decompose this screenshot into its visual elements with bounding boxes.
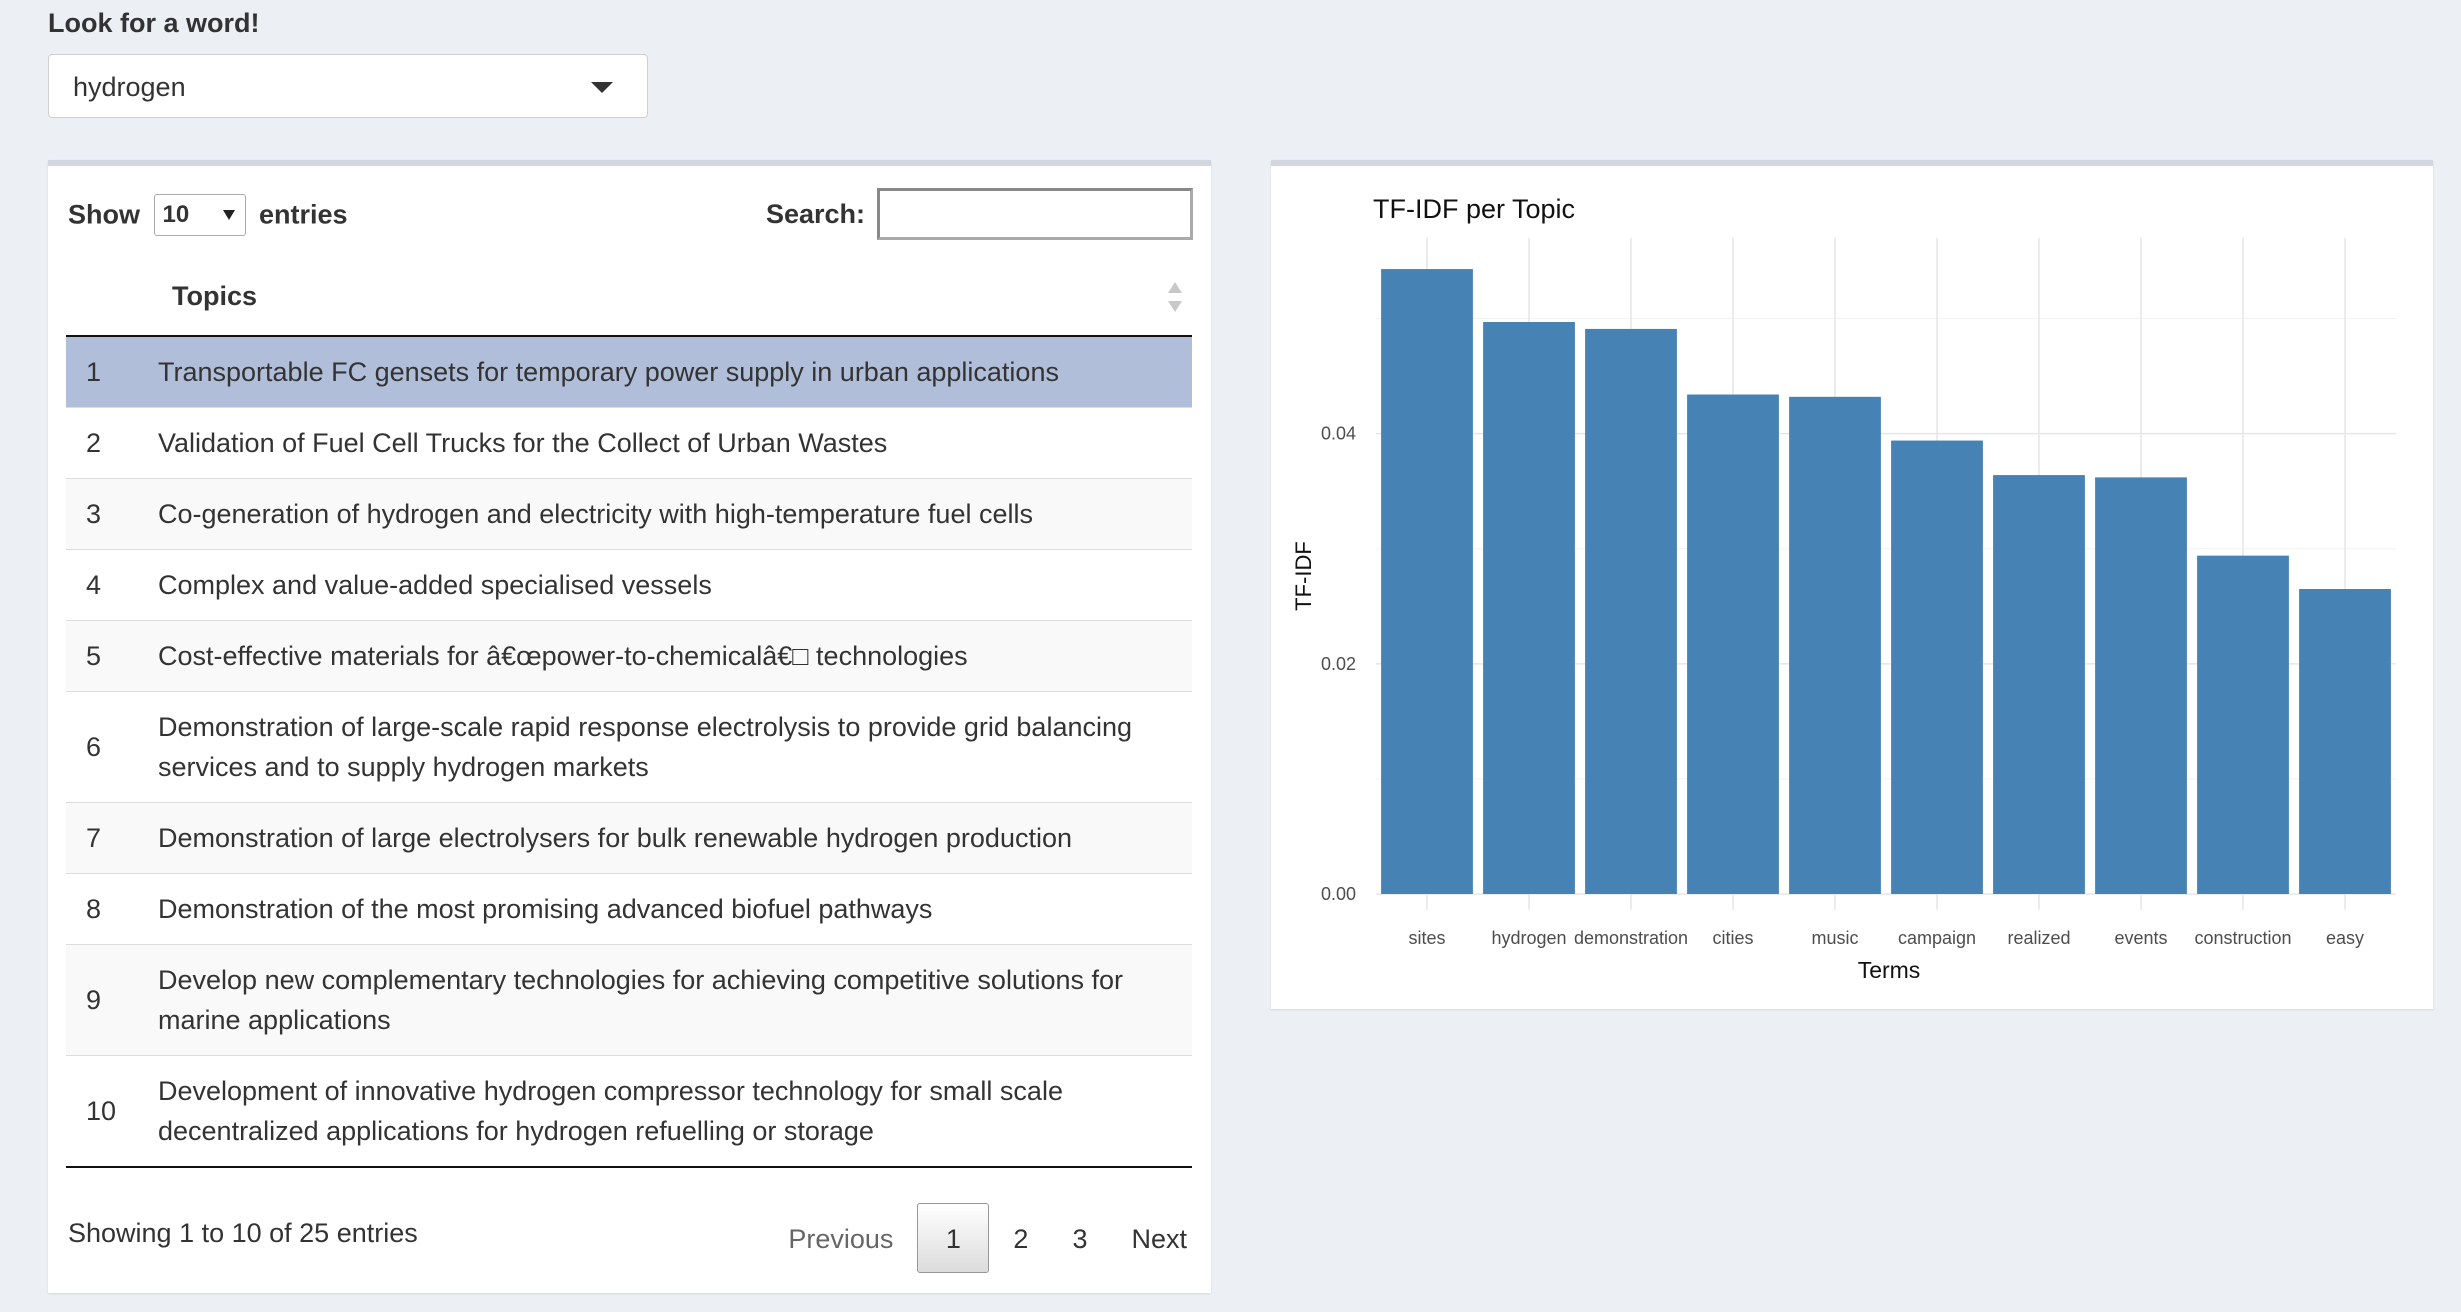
x-tick-label: events xyxy=(2114,928,2167,948)
next-page-button[interactable]: Next xyxy=(1111,1204,1207,1274)
bar-sites xyxy=(1381,269,1473,894)
page-button-1[interactable]: 1 xyxy=(917,1203,990,1273)
x-tick-label: realized xyxy=(2007,928,2070,948)
sort-icon xyxy=(1168,282,1182,312)
topic-cell: Cost-effective materials for â€œpower-to… xyxy=(158,620,1192,692)
table-row[interactable]: 9 Develop new complementary technologies … xyxy=(66,944,1192,1056)
bar-demonstration xyxy=(1585,328,1677,894)
bar-construction xyxy=(2197,555,2289,894)
table-row[interactable]: 4 Complex and value-added specialised ves… xyxy=(66,549,1192,621)
table-row[interactable]: 6 Demonstration of large-scale rapid resp… xyxy=(66,691,1192,803)
entries-per-page-select[interactable]: 10 xyxy=(153,194,246,236)
length-prefix: Show xyxy=(68,199,140,230)
page-button-2[interactable]: 2 xyxy=(993,1204,1048,1274)
topic-cell: Demonstration of the most promising adva… xyxy=(158,873,1192,945)
topic-cell: Validation of Fuel Cell Trucks for the C… xyxy=(158,407,1192,479)
chart-box: 0.00 0.02 0.04 sites hydrogen demonstration c… xyxy=(1271,160,2433,1009)
pagination: Previous 1 2 3 Next xyxy=(768,1203,1211,1274)
word-select-dropdown[interactable]: hydrogen xyxy=(48,54,648,118)
page-button-3[interactable]: 3 xyxy=(1052,1204,1107,1274)
row-index: 10 xyxy=(66,1055,158,1168)
bar-campaign xyxy=(1891,440,1983,894)
length-control: Show 10 entries xyxy=(68,194,348,236)
y-tick-label: 0.04 xyxy=(1321,424,1356,444)
row-index: 4 xyxy=(66,549,158,621)
bar-easy xyxy=(2299,589,2391,894)
topics-table-box: Show 10 entries Search: Topics 1 Transpor… xyxy=(48,160,1211,1293)
table-search: Search: xyxy=(766,188,1193,240)
topics-table: Topics 1 Transportable FC gensets for tem… xyxy=(66,258,1192,1168)
table-row[interactable]: 10 Development of innovative hydrogen com… xyxy=(66,1055,1192,1168)
row-index: 6 xyxy=(66,691,158,803)
row-index: 7 xyxy=(66,802,158,874)
x-tick-label: music xyxy=(1811,928,1858,948)
table-row[interactable]: 2 Validation of Fuel Cell Trucks for the … xyxy=(66,407,1192,479)
x-tick-label: hydrogen xyxy=(1491,928,1566,948)
topic-cell: Demonstration of large-scale rapid respo… xyxy=(158,691,1192,803)
chart-y-axis-label: TF-IDF xyxy=(1291,541,1316,611)
topic-cell: Demonstration of large electrolysers for… xyxy=(158,802,1192,874)
x-tick-label: construction xyxy=(2194,928,2291,948)
tfidf-bar-chart: 0.00 0.02 0.04 sites hydrogen demonstration c… xyxy=(1291,194,2396,983)
row-index: 5 xyxy=(66,620,158,692)
row-index-header xyxy=(66,258,158,337)
row-index: 9 xyxy=(66,944,158,1056)
x-tick-label: easy xyxy=(2326,928,2364,948)
row-index: 1 xyxy=(66,335,158,408)
topics-column-header[interactable]: Topics xyxy=(158,258,1192,337)
x-tick-label: demonstration xyxy=(1574,928,1688,948)
table-info: Showing 1 to 10 of 25 entries xyxy=(68,1218,418,1248)
bar-music xyxy=(1789,396,1881,894)
search-input[interactable] xyxy=(877,188,1193,240)
row-index: 8 xyxy=(66,873,158,945)
word-select-value: hydrogen xyxy=(73,72,186,102)
bar-realized xyxy=(1993,475,2085,894)
table-row[interactable]: 1 Transportable FC gensets for temporary … xyxy=(66,335,1192,408)
search-label: Search: xyxy=(765,198,865,229)
row-index: 2 xyxy=(66,407,158,479)
length-suffix: entries xyxy=(259,199,348,230)
topics-column-label: Topics xyxy=(172,281,258,311)
entries-per-page-value: 10 xyxy=(162,201,190,228)
x-tick-label: sites xyxy=(1408,928,1445,948)
chevron-down-icon xyxy=(222,210,235,220)
y-tick-label: 0.02 xyxy=(1321,654,1356,674)
topic-cell: Transportable FC gensets for temporary p… xyxy=(158,335,1192,408)
bar-hydrogen xyxy=(1483,322,1575,894)
y-tick-label: 0.00 xyxy=(1321,884,1356,904)
topic-cell: Develop new complementary technologies f… xyxy=(158,944,1192,1056)
table-row[interactable]: 8 Demonstration of the most promising adv… xyxy=(66,873,1192,945)
table-row[interactable]: 7 Demonstration of large electrolysers fo… xyxy=(66,802,1192,874)
chevron-down-icon xyxy=(591,82,613,93)
table-row[interactable]: 5 Cost-effective materials for â€œpower-t… xyxy=(66,620,1192,692)
word-select-label: Look for a word! xyxy=(48,8,260,38)
row-index: 3 xyxy=(66,478,158,550)
chart-x-axis-label: Terms xyxy=(1858,957,1921,983)
table-row[interactable]: 3 Co-generation of hydrogen and electrici… xyxy=(66,478,1192,550)
bar-cities xyxy=(1687,394,1779,894)
bar-events xyxy=(2095,477,2187,894)
topic-cell: Co-generation of hydrogen and electricit… xyxy=(158,478,1192,550)
topic-cell: Complex and value-added specialised vess… xyxy=(158,549,1192,621)
chart-title: TF-IDF per Topic xyxy=(1373,194,1575,224)
x-tick-label: cities xyxy=(1712,928,1753,948)
x-tick-label: campaign xyxy=(1898,928,1976,948)
topic-cell: Development of innovative hydrogen compr… xyxy=(158,1055,1192,1168)
previous-page-button[interactable]: Previous xyxy=(768,1204,913,1274)
